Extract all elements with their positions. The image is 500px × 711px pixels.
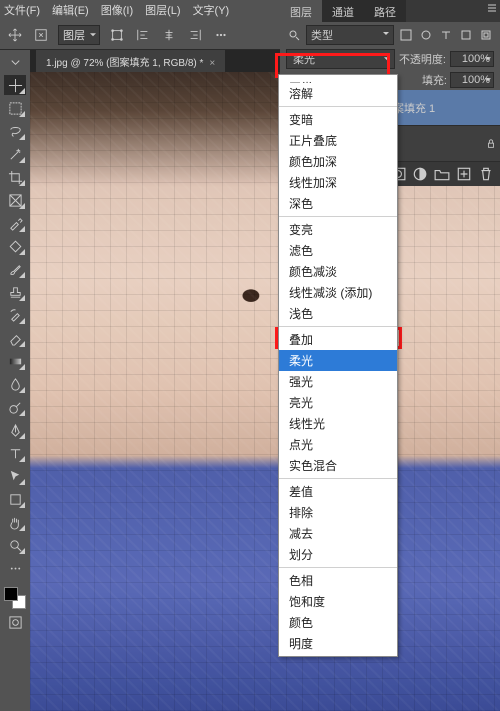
adjustment-filter-icon[interactable] — [418, 27, 434, 43]
eraser-tool[interactable] — [4, 328, 26, 348]
blend-item-vivid-light[interactable]: 亮光 — [279, 392, 397, 413]
shape-tool[interactable] — [4, 489, 26, 509]
blend-item-screen[interactable]: 滤色 — [279, 240, 397, 261]
heal-tool[interactable] — [4, 236, 26, 256]
group-icon[interactable] — [434, 166, 450, 182]
color-swatch[interactable] — [4, 587, 26, 609]
transform-controls-icon[interactable] — [108, 26, 126, 44]
blend-item-lighten[interactable]: 变亮 — [279, 219, 397, 240]
tab-channels[interactable]: 通道 — [322, 0, 364, 22]
move-tool[interactable] — [4, 75, 26, 95]
hand-tool[interactable] — [4, 512, 26, 532]
zoom-tool[interactable] — [4, 535, 26, 555]
move-icon[interactable] — [6, 26, 24, 44]
more-icon[interactable] — [212, 26, 230, 44]
tab-layers[interactable]: 图层 — [280, 0, 322, 22]
blend-item-linear-dodge[interactable]: 线性减淡 (添加) — [279, 282, 397, 303]
menu-file[interactable]: 文件(F) — [4, 2, 40, 18]
adjustment-layer-icon[interactable] — [412, 166, 428, 182]
pen-tool[interactable] — [4, 420, 26, 440]
opacity-label: 不透明度: — [399, 51, 446, 67]
text-filter-icon[interactable] — [438, 27, 454, 43]
menu-layer[interactable]: 图层(L) — [145, 2, 180, 18]
menu-image[interactable]: 图像(I) — [101, 2, 133, 18]
blend-item-difference[interactable]: 差值 — [279, 481, 397, 502]
document-tab[interactable]: 1.jpg @ 72% (图案填充 1, RGB/8) *× — [36, 50, 225, 72]
stamp-tool[interactable] — [4, 282, 26, 302]
blend-item-darker-color[interactable]: 深色 — [279, 193, 397, 214]
align-left-icon[interactable] — [134, 26, 152, 44]
blend-item-overlay[interactable]: 叠加 — [279, 329, 397, 350]
blend-item-hue[interactable]: 色相 — [279, 570, 397, 591]
blend-item-hard-light[interactable]: 强光 — [279, 371, 397, 392]
toolbar-more-icon[interactable] — [4, 558, 26, 578]
blend-item-saturation[interactable]: 饱和度 — [279, 591, 397, 612]
fill-input[interactable]: 100% — [450, 72, 494, 88]
blend-item-soft-light[interactable]: 柔光 — [279, 350, 397, 371]
blend-item-exclusion[interactable]: 排除 — [279, 502, 397, 523]
blend-item-color[interactable]: 颜色 — [279, 612, 397, 633]
expand-icon[interactable] — [4, 52, 26, 72]
align-center-icon[interactable] — [160, 26, 178, 44]
align-right-icon[interactable] — [186, 26, 204, 44]
auto-select-icon[interactable] — [32, 26, 50, 44]
crop-tool[interactable] — [4, 167, 26, 187]
eyedropper-tool[interactable] — [4, 213, 26, 233]
marquee-tool[interactable] — [4, 98, 26, 118]
image-filter-icon[interactable] — [398, 27, 414, 43]
search-icon[interactable] — [286, 27, 302, 43]
fill-label: 填充: — [422, 72, 447, 88]
quickmask-icon[interactable] — [4, 612, 26, 632]
blend-item-luminosity[interactable]: 明度 — [279, 633, 397, 654]
target-layer-select[interactable]: 图层 — [58, 25, 100, 45]
history-brush-tool[interactable] — [4, 305, 26, 325]
blend-item-color-dodge[interactable]: 颜色减淡 — [279, 261, 397, 282]
blend-item-color-burn[interactable]: 颜色加深 — [279, 151, 397, 172]
blend-item-hard-mix[interactable]: 实色混合 — [279, 455, 397, 476]
menu-edit[interactable]: 编辑(E) — [52, 2, 89, 18]
dodge-tool[interactable] — [4, 397, 26, 417]
tools-panel — [0, 50, 30, 711]
blend-mode-menu[interactable]: 正常 溶解 变暗 正片叠底 颜色加深 线性加深 深色 变亮 滤色 颜色减淡 线性… — [278, 74, 398, 657]
blend-item-dissolve[interactable]: 溶解 — [279, 83, 397, 104]
menu-type[interactable]: 文字(Y) — [193, 2, 230, 18]
smart-filter-icon[interactable] — [478, 27, 494, 43]
path-select-tool[interactable] — [4, 466, 26, 486]
layer-filter-select[interactable]: 类型 — [306, 25, 394, 45]
close-icon[interactable]: × — [209, 58, 215, 69]
blend-item-darken[interactable]: 变暗 — [279, 109, 397, 130]
wand-tool[interactable] — [4, 144, 26, 164]
gradient-tool[interactable] — [4, 351, 26, 371]
frame-tool[interactable] — [4, 190, 26, 210]
tab-paths[interactable]: 路径 — [364, 0, 406, 22]
blend-item-linear-burn[interactable]: 线性加深 — [279, 172, 397, 193]
shape-filter-icon[interactable] — [458, 27, 474, 43]
blur-tool[interactable] — [4, 374, 26, 394]
blend-item-subtract[interactable]: 减去 — [279, 523, 397, 544]
trash-icon[interactable] — [478, 166, 494, 182]
type-tool[interactable] — [4, 443, 26, 463]
blend-item-pin-light[interactable]: 点光 — [279, 434, 397, 455]
opacity-input[interactable]: 100% — [450, 51, 494, 67]
new-layer-icon[interactable] — [456, 166, 472, 182]
lasso-tool[interactable] — [4, 121, 26, 141]
blend-item-divide[interactable]: 划分 — [279, 544, 397, 565]
blend-item-linear-light[interactable]: 线性光 — [279, 413, 397, 434]
brush-tool[interactable] — [4, 259, 26, 279]
blend-mode-select[interactable]: 柔光 — [286, 49, 395, 69]
blend-item-lighter-color[interactable]: 浅色 — [279, 303, 397, 324]
panel-menu-icon[interactable] — [484, 0, 500, 16]
blend-item-multiply[interactable]: 正片叠底 — [279, 130, 397, 151]
lock-icon — [486, 139, 496, 149]
